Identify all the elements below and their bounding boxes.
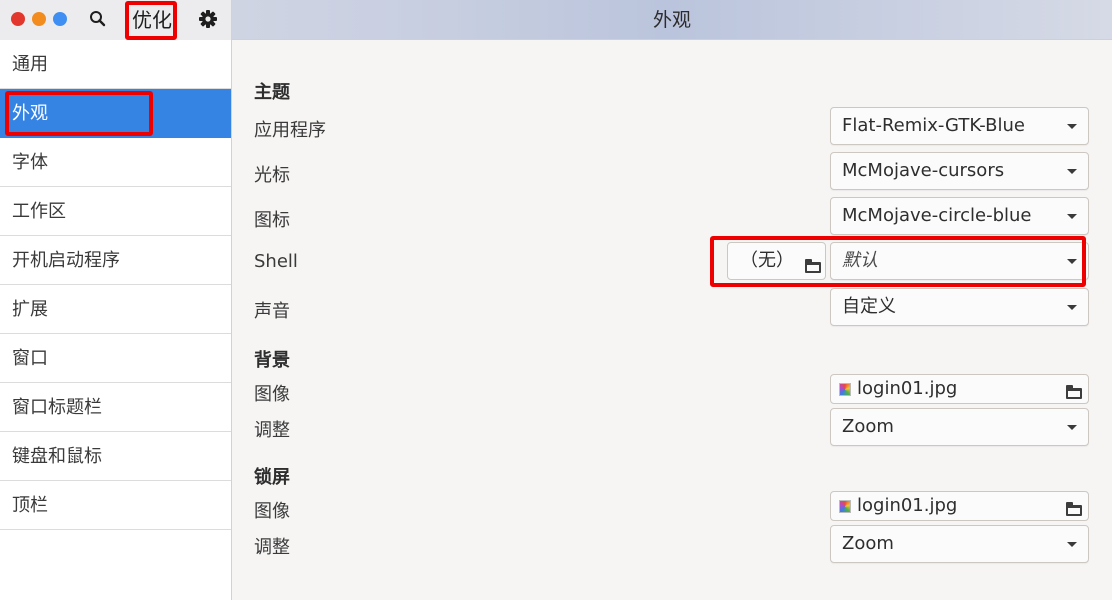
shell-theme-combo[interactable]: 默认 [830, 242, 1089, 280]
combo-value: Zoom [842, 416, 894, 437]
background-image-chooser[interactable]: login01.jpg [830, 374, 1089, 404]
sidebar-item-label: 通用 [12, 54, 48, 75]
image-thumbnail-icon [839, 500, 851, 513]
close-button[interactable] [11, 12, 25, 26]
sidebar-item-fonts[interactable]: 字体 [0, 138, 231, 187]
file-name: login01.jpg [857, 378, 958, 399]
lock-image-label: 图像 [254, 501, 290, 522]
sidebar-item-label: 字体 [12, 152, 48, 173]
sidebar-item-label: 外观 [12, 103, 48, 124]
shell-file-chooser[interactable]: （无） [727, 242, 826, 280]
section-title-background: 背景 [254, 350, 290, 371]
icons-label: 图标 [254, 210, 290, 231]
folder-icon [1066, 502, 1082, 516]
chevron-down-icon [1067, 124, 1077, 129]
app-title: 优化 [132, 8, 172, 32]
main-panel: 主题 应用程序 Flat-Remix-GTK-Blue 光标 McMojave-… [232, 40, 1112, 600]
sidebar-item-startup-apps[interactable]: 开机启动程序 [0, 236, 231, 285]
lock-image-chooser[interactable]: login01.jpg [830, 491, 1089, 521]
combo-value: 默认 [842, 250, 878, 271]
background-image-label: 图像 [254, 384, 290, 405]
shell-label: Shell [254, 251, 298, 272]
sidebar: 通用 外观 字体 工作区 开机启动程序 扩展 窗口 窗口标题栏 键盘和鼠标 顶栏 [0, 40, 232, 600]
folder-icon [1066, 385, 1082, 399]
background-adjust-label: 调整 [254, 420, 290, 441]
folder-icon [805, 259, 821, 273]
background-adjust-combo[interactable]: Zoom [830, 408, 1089, 446]
sidebar-item-workspaces[interactable]: 工作区 [0, 187, 231, 236]
sidebar-item-label: 窗口标题栏 [12, 397, 102, 418]
sound-theme-combo[interactable]: 自定义 [830, 288, 1089, 326]
sidebar-item-top-bar[interactable]: 顶栏 [0, 481, 231, 530]
cursor-theme-combo[interactable]: McMojave-cursors [830, 152, 1089, 190]
chevron-down-icon [1067, 305, 1077, 310]
section-title-themes: 主题 [254, 82, 290, 103]
sound-label: 声音 [254, 301, 290, 322]
chevron-down-icon [1067, 214, 1077, 219]
combo-value: McMojave-circle-blue [842, 205, 1032, 226]
sidebar-item-keyboard-mouse[interactable]: 键盘和鼠标 [0, 432, 231, 481]
icon-theme-combo[interactable]: McMojave-circle-blue [830, 197, 1089, 235]
sidebar-item-label: 工作区 [12, 201, 66, 222]
section-title-lock-screen: 锁屏 [254, 467, 290, 488]
file-name: login01.jpg [857, 495, 958, 516]
chevron-down-icon [1067, 542, 1077, 547]
maximize-button[interactable] [53, 12, 67, 26]
lock-adjust-label: 调整 [254, 537, 290, 558]
sidebar-item-label: 窗口 [12, 348, 48, 369]
sidebar-header: 优化 [0, 0, 232, 40]
sidebar-item-window-titlebars[interactable]: 窗口标题栏 [0, 383, 231, 432]
sidebar-item-label: 顶栏 [12, 495, 48, 516]
sidebar-item-extensions[interactable]: 扩展 [0, 285, 231, 334]
chevron-down-icon [1067, 425, 1077, 430]
applications-label: 应用程序 [254, 120, 326, 141]
image-thumbnail-icon [839, 383, 851, 396]
combo-value: 自定义 [842, 296, 896, 317]
sidebar-item-appearance[interactable]: 外观 [0, 89, 231, 138]
combo-value: Zoom [842, 533, 894, 554]
chevron-down-icon [1067, 259, 1077, 264]
sidebar-item-windows[interactable]: 窗口 [0, 334, 231, 383]
header-bar: 优化 外观 [0, 0, 1112, 40]
chevron-down-icon [1067, 169, 1077, 174]
sidebar-item-label: 键盘和鼠标 [12, 446, 102, 467]
applications-theme-combo[interactable]: Flat-Remix-GTK-Blue [830, 107, 1089, 145]
cursor-label: 光标 [254, 165, 290, 186]
combo-value: Flat-Remix-GTK-Blue [842, 115, 1025, 136]
sidebar-item-label: 扩展 [12, 299, 48, 320]
shell-file-value: （无） [740, 250, 794, 271]
lock-adjust-combo[interactable]: Zoom [830, 525, 1089, 563]
search-icon[interactable] [88, 9, 108, 29]
sidebar-item-label: 开机启动程序 [12, 250, 120, 271]
gear-icon[interactable] [197, 8, 219, 30]
page-title: 外观 [652, 9, 691, 31]
combo-value: McMojave-cursors [842, 160, 1005, 181]
minimize-button[interactable] [32, 12, 46, 26]
sidebar-item-general[interactable]: 通用 [0, 40, 231, 89]
